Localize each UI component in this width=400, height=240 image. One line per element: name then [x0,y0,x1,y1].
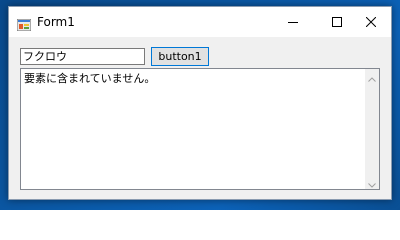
minimize-icon [288,17,298,27]
scroll-down-button[interactable] [365,175,379,189]
chevron-down-icon [368,173,376,192]
output-textarea[interactable]: 要素に含まれていません。 [20,68,380,190]
close-icon [366,17,376,27]
vertical-scrollbar[interactable] [365,69,379,189]
search-text-input[interactable]: フクロウ [20,48,145,65]
chevron-up-icon [368,67,376,86]
window-title: Form1 [37,15,75,29]
button1[interactable]: button1 [151,47,209,66]
form-window: Form1 フクロウ button1 要素に含まれていません。 [8,6,392,200]
maximize-icon [332,17,342,27]
minimize-button[interactable] [271,7,315,37]
title-bar[interactable]: Form1 [9,7,391,37]
close-button[interactable] [349,7,393,37]
output-text: 要素に含まれていません。 [24,72,156,85]
form-app-icon [16,16,32,32]
desktop-background: Form1 フクロウ button1 要素に含まれていません。 [0,0,400,210]
scroll-up-button[interactable] [365,69,379,83]
